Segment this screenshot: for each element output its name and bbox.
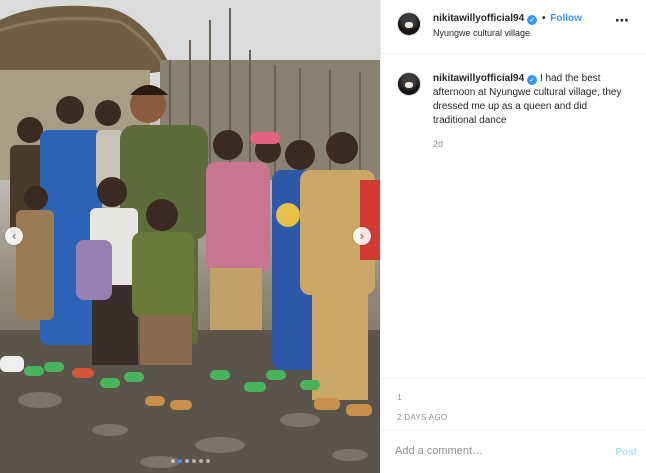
follow-button[interactable]: Follow bbox=[550, 13, 582, 24]
carousel-indicator bbox=[0, 459, 380, 463]
post-comment-button[interactable]: Post bbox=[615, 447, 637, 458]
post-side-panel: nikitawillyofficial94 ✓ • Follow Nyungwe … bbox=[380, 0, 646, 473]
username-link[interactable]: nikitawillyofficial94 bbox=[433, 13, 524, 24]
header-username-row: nikitawillyofficial94 ✓ • Follow bbox=[433, 13, 582, 25]
more-options-icon[interactable]: ⋯ bbox=[615, 13, 630, 29]
photo-scene bbox=[0, 0, 380, 473]
chevron-right-icon: › bbox=[359, 229, 365, 243]
caption-avatar[interactable] bbox=[397, 72, 421, 96]
separator-dot: • bbox=[541, 13, 546, 24]
carousel-dot bbox=[177, 459, 182, 463]
caption-timestamp[interactable]: 2d bbox=[433, 139, 443, 149]
likes-count[interactable]: 1 bbox=[397, 393, 401, 402]
comment-box: Post bbox=[381, 430, 646, 473]
carousel-dot bbox=[170, 459, 175, 463]
likes-section: 1 2 DAYS AGO bbox=[381, 378, 646, 430]
carousel-dot bbox=[198, 459, 203, 463]
chevron-left-icon: ‹ bbox=[11, 229, 17, 243]
location-link[interactable]: Nyungwe cultural village bbox=[433, 28, 530, 38]
avatar[interactable] bbox=[397, 12, 421, 36]
caption-text: nikitawillyofficial94 ✓ I had the best af… bbox=[433, 72, 633, 128]
carousel-dot bbox=[191, 459, 196, 463]
carousel-next-button[interactable]: › bbox=[353, 227, 371, 245]
verified-badge-icon: ✓ bbox=[527, 75, 538, 85]
verified-badge-icon: ✓ bbox=[527, 15, 538, 25]
caption-username[interactable]: nikitawillyofficial94 bbox=[433, 73, 524, 84]
post-date: 2 DAYS AGO bbox=[397, 413, 448, 422]
carousel-dot bbox=[184, 459, 189, 463]
carousel-prev-button[interactable]: ‹ bbox=[5, 227, 23, 245]
carousel-dot bbox=[205, 459, 210, 463]
caption-block: nikitawillyofficial94 ✓ I had the best af… bbox=[381, 54, 646, 364]
post-photo[interactable]: ‹ › bbox=[0, 0, 380, 473]
post-header: nikitawillyofficial94 ✓ • Follow Nyungwe … bbox=[381, 0, 646, 54]
comment-input[interactable] bbox=[395, 445, 595, 457]
